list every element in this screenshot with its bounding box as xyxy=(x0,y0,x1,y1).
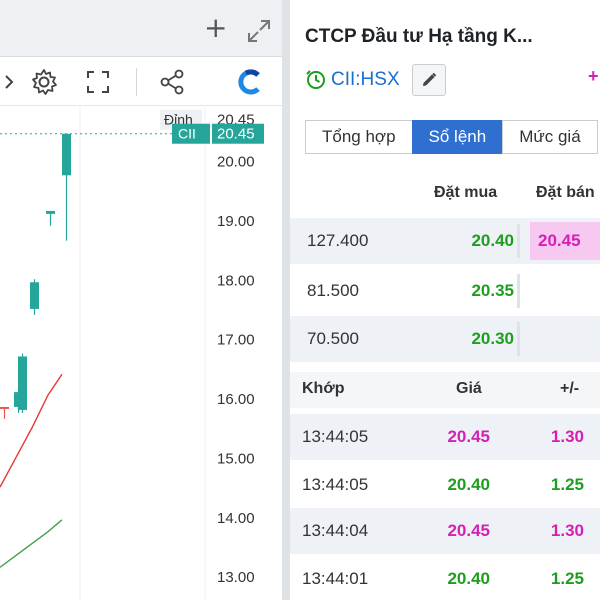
match-change: 1.25 xyxy=(550,569,584,588)
match-time: 13:44:05 xyxy=(302,427,369,446)
pencil-icon xyxy=(422,72,436,86)
match-row: 13:44:05 20.45 1.30 xyxy=(290,414,600,460)
order-buy-price[interactable]: 20.35 xyxy=(420,281,514,301)
buy-volume-bar xyxy=(517,274,520,308)
fullscreen-icon[interactable] xyxy=(82,66,114,98)
order-buy-price[interactable]: 20.40 xyxy=(420,231,514,251)
symbol-tag: CII xyxy=(178,126,196,142)
price-chart[interactable]: 13.00 14.00 15.00 16.00 17.00 18.00 19.00 20.00… xyxy=(0,107,282,600)
stock-panel: CTCP Đầu tư Hạ tầng K... CII:HSX + Tổng … xyxy=(290,0,600,600)
header-change: +/- xyxy=(560,380,580,397)
header-buy: Đặt mua xyxy=(434,184,498,201)
edit-button[interactable] xyxy=(411,64,446,96)
price-axis-label: 13.00 xyxy=(217,569,255,586)
price-axis-label: 16.00 xyxy=(217,391,255,408)
partial-tool-icon[interactable] xyxy=(0,66,20,98)
price-axis-label: 15.00 xyxy=(217,450,255,467)
header-sell: Đặt bán xyxy=(536,184,595,201)
chart-panel: + 13.00 14.00 15.00 16.00 17.00 18.00 19… xyxy=(0,0,282,600)
candle-body xyxy=(0,406,9,409)
order-sell-price[interactable]: 20.45 xyxy=(530,222,600,260)
app-root: + 13.00 14.00 15.00 16.00 17.00 18.00 19… xyxy=(0,0,600,600)
panel-divider[interactable] xyxy=(282,0,290,600)
clock-icon xyxy=(305,69,327,91)
brand-logo-icon[interactable] xyxy=(234,66,266,98)
price-axis-label: 18.00 xyxy=(217,272,255,289)
tab-tong-hop[interactable]: Tổng hợp xyxy=(305,120,413,154)
candle-body xyxy=(46,210,55,214)
order-volume: 81.500 xyxy=(307,281,359,300)
tab-so-lenh[interactable]: Sổ lệnh xyxy=(411,120,504,154)
ma-line-green xyxy=(0,519,63,568)
settings-gear-icon[interactable] xyxy=(28,66,60,98)
match-price: 20.45 xyxy=(447,521,490,540)
orderbook-header: Đặt mua Đặt bán xyxy=(290,178,600,214)
order-volume: 127.400 xyxy=(307,231,369,250)
price-axis-label: 20.00 xyxy=(217,153,255,170)
orderbook-row: 127.400 20.40 20.45 xyxy=(290,218,600,264)
match-row: 13:44:04 20.45 1.30 xyxy=(290,508,600,554)
match-time: 13:44:04 xyxy=(302,521,369,540)
match-change: 1.25 xyxy=(550,475,584,494)
price-axis-label: 14.00 xyxy=(217,510,255,527)
ticker-label[interactable]: CII:HSX xyxy=(331,69,400,91)
header-price: Giá xyxy=(456,380,482,397)
orderbook-row: 70.500 20.30 xyxy=(290,316,600,362)
candle-body xyxy=(30,282,39,309)
match-price: 20.40 xyxy=(447,569,490,588)
header-time: Khớp xyxy=(302,380,345,397)
candle-body xyxy=(62,133,71,176)
ticker-row: CII:HSX xyxy=(305,64,446,96)
toolbar-divider xyxy=(136,68,137,96)
match-price: 20.45 xyxy=(447,427,490,446)
match-time: 13:44:05 xyxy=(302,475,369,494)
match-row: 13:44:05 20.40 1.25 xyxy=(290,462,600,508)
match-change: 1.30 xyxy=(550,521,584,540)
orderbook-row: 81.500 20.35 xyxy=(290,268,600,314)
price-axis-label: 19.00 xyxy=(217,213,255,230)
match-change: 1.30 xyxy=(550,427,584,446)
expand-icon[interactable] xyxy=(246,18,272,44)
match-time: 13:44:01 xyxy=(302,569,369,588)
company-name: CTCP Đầu tư Hạ tầng K... xyxy=(305,26,533,47)
price-axis-label: 17.00 xyxy=(217,332,255,349)
buy-volume-bar xyxy=(517,224,520,258)
add-chart-icon[interactable]: + xyxy=(204,14,227,42)
add-watchlist-icon[interactable]: + xyxy=(588,66,599,87)
buy-volume-bar xyxy=(517,322,520,356)
tab-muc-gia[interactable]: Mức giá xyxy=(502,120,598,154)
candle-body xyxy=(18,356,27,410)
order-volume: 70.500 xyxy=(307,329,359,348)
stock-tabs: Tổng hợp Sổ lệnh Mức giá xyxy=(305,120,598,154)
match-row: 13:44:01 20.40 1.25 xyxy=(290,556,600,600)
candlestick-chart-svg: 13.00 14.00 15.00 16.00 17.00 18.00 19.00 20.00… xyxy=(0,107,264,600)
last-value: 20.45 xyxy=(217,126,255,143)
match-price: 20.40 xyxy=(447,475,490,494)
chart-titlebar: + xyxy=(0,0,282,57)
ma-line-red xyxy=(0,373,63,488)
chart-toolbar xyxy=(0,58,282,106)
order-buy-price[interactable]: 20.30 xyxy=(420,329,514,349)
matches-header: Khớp Giá +/- xyxy=(290,372,600,408)
share-icon[interactable] xyxy=(156,66,188,98)
